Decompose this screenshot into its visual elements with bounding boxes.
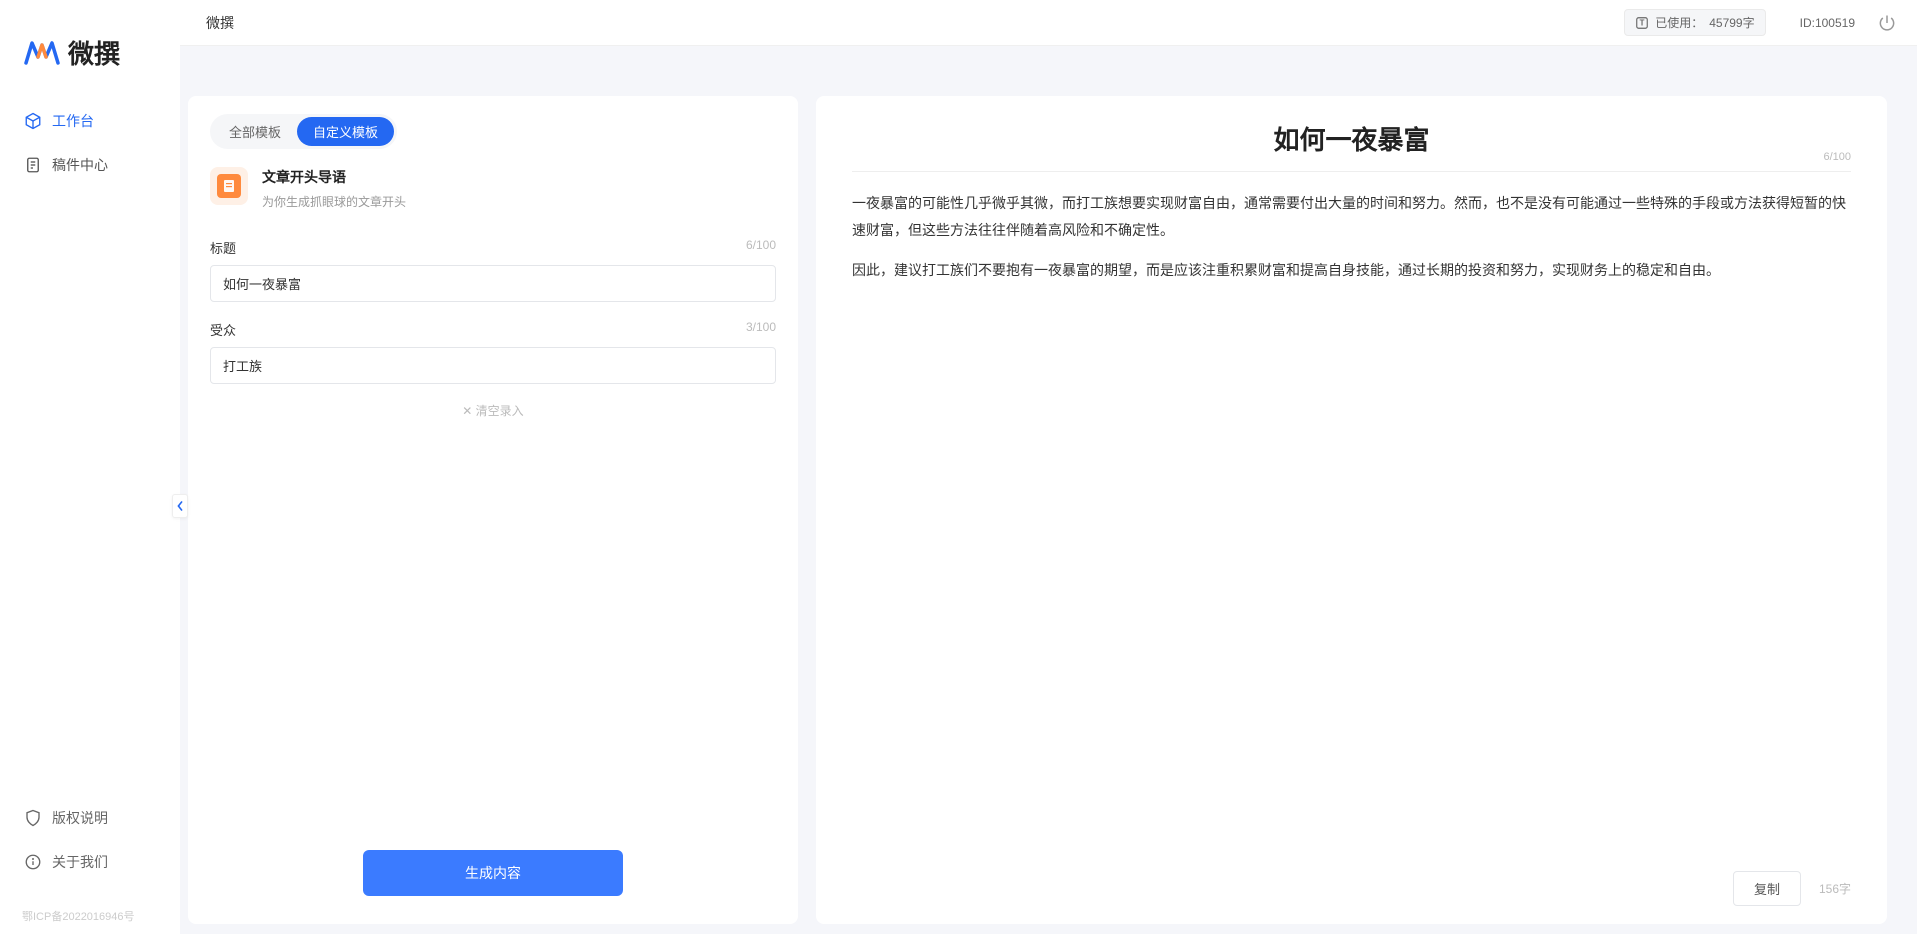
template-tabs: 全部模板 自定义模板 [210, 114, 397, 149]
logo: 微撰 [0, 0, 180, 101]
sidebar-item-label: 版权说明 [52, 808, 108, 828]
sidebar: 微撰 工作台 [0, 0, 180, 934]
svg-text:T: T [1640, 18, 1645, 27]
output-paragraph: 一夜暴富的可能性几乎微乎其微，而打工族想要实现财富自由，通常需要付出大量的时间和… [852, 190, 1851, 243]
copy-button[interactable]: 复制 [1733, 871, 1801, 906]
output-title-count: 6/100 [1823, 151, 1851, 163]
usage-value: 45799字 [1709, 14, 1754, 31]
generate-button[interactable]: 生成内容 [363, 850, 623, 896]
document-start-icon [217, 174, 241, 198]
audience-char-count: 3/100 [746, 320, 776, 339]
audience-input[interactable] [210, 347, 776, 384]
audience-group: 受众 3/100 [210, 320, 776, 384]
sidebar-item-label: 稿件中心 [52, 155, 108, 175]
template-header: 文章开头导语 为你生成抓眼球的文章开头 [210, 167, 776, 210]
sidebar-nav: 工作台 稿件中心 [0, 101, 180, 798]
usage-label: 已使用： [1655, 14, 1703, 31]
output-footer: 复制 156字 [852, 863, 1851, 906]
title-char-count: 6/100 [746, 238, 776, 257]
sidebar-item-drafts[interactable]: 稿件中心 [8, 145, 172, 185]
text-icon: T [1635, 16, 1649, 30]
sidebar-item-about[interactable]: 关于我们 [8, 842, 172, 882]
info-icon [24, 853, 42, 871]
output-paragraph: 因此，建议打工族们不要抱有一夜暴富的期望，而是应该注重积累财富和提高自身技能，通… [852, 257, 1851, 284]
sidebar-item-workspace[interactable]: 工作台 [8, 101, 172, 141]
shield-icon [24, 809, 42, 827]
template-desc: 为你生成抓眼球的文章开头 [262, 193, 406, 210]
sidebar-item-label: 工作台 [52, 111, 94, 131]
content-area: 全部模板 自定义模板 [180, 46, 1917, 934]
output-panel: 如何一夜暴富 6/100 一夜暴富的可能性几乎微乎其微，而打工族想要实现财富自由… [816, 96, 1887, 924]
title-input[interactable] [210, 265, 776, 302]
output-body: 一夜暴富的可能性几乎微乎其微，而打工族想要实现财富自由，通常需要付出大量的时间和… [852, 190, 1851, 863]
template-meta: 文章开头导语 为你生成抓眼球的文章开头 [262, 167, 406, 210]
cube-icon [24, 112, 42, 130]
title-label: 标题 [210, 238, 236, 257]
sidebar-item-label: 关于我们 [52, 852, 108, 872]
output-word-count: 156字 [1819, 880, 1851, 897]
usage-badge[interactable]: T 已使用： 45799字 [1624, 9, 1765, 36]
sidebar-collapse-toggle[interactable] [172, 494, 188, 518]
template-title: 文章开头导语 [262, 167, 406, 187]
power-icon[interactable] [1877, 13, 1897, 33]
document-icon [24, 156, 42, 174]
title-group: 标题 6/100 [210, 238, 776, 302]
audience-label: 受众 [210, 320, 236, 339]
tab-custom-templates[interactable]: 自定义模板 [297, 117, 394, 146]
clear-input-button[interactable]: ✕ 清空录入 [210, 402, 776, 419]
user-id: ID:100519 [1800, 16, 1855, 30]
tab-all-templates[interactable]: 全部模板 [213, 117, 297, 146]
logo-text: 微撰 [68, 34, 120, 71]
sidebar-item-copyright[interactable]: 版权说明 [8, 798, 172, 838]
template-icon [210, 167, 248, 205]
output-header: 如何一夜暴富 6/100 [852, 120, 1851, 172]
logo-icon [24, 35, 60, 71]
output-title: 如何一夜暴富 [852, 120, 1851, 157]
page-title: 微撰 [206, 13, 1624, 33]
input-panel: 全部模板 自定义模板 [188, 96, 798, 924]
icp-text: 鄂ICP备2022016946号 [0, 904, 180, 934]
main: 微撰 T 已使用： 45799字 ID:100519 [180, 0, 1917, 934]
topbar: 微撰 T 已使用： 45799字 ID:100519 [180, 0, 1917, 46]
sidebar-bottom: 版权说明 关于我们 [0, 798, 180, 904]
